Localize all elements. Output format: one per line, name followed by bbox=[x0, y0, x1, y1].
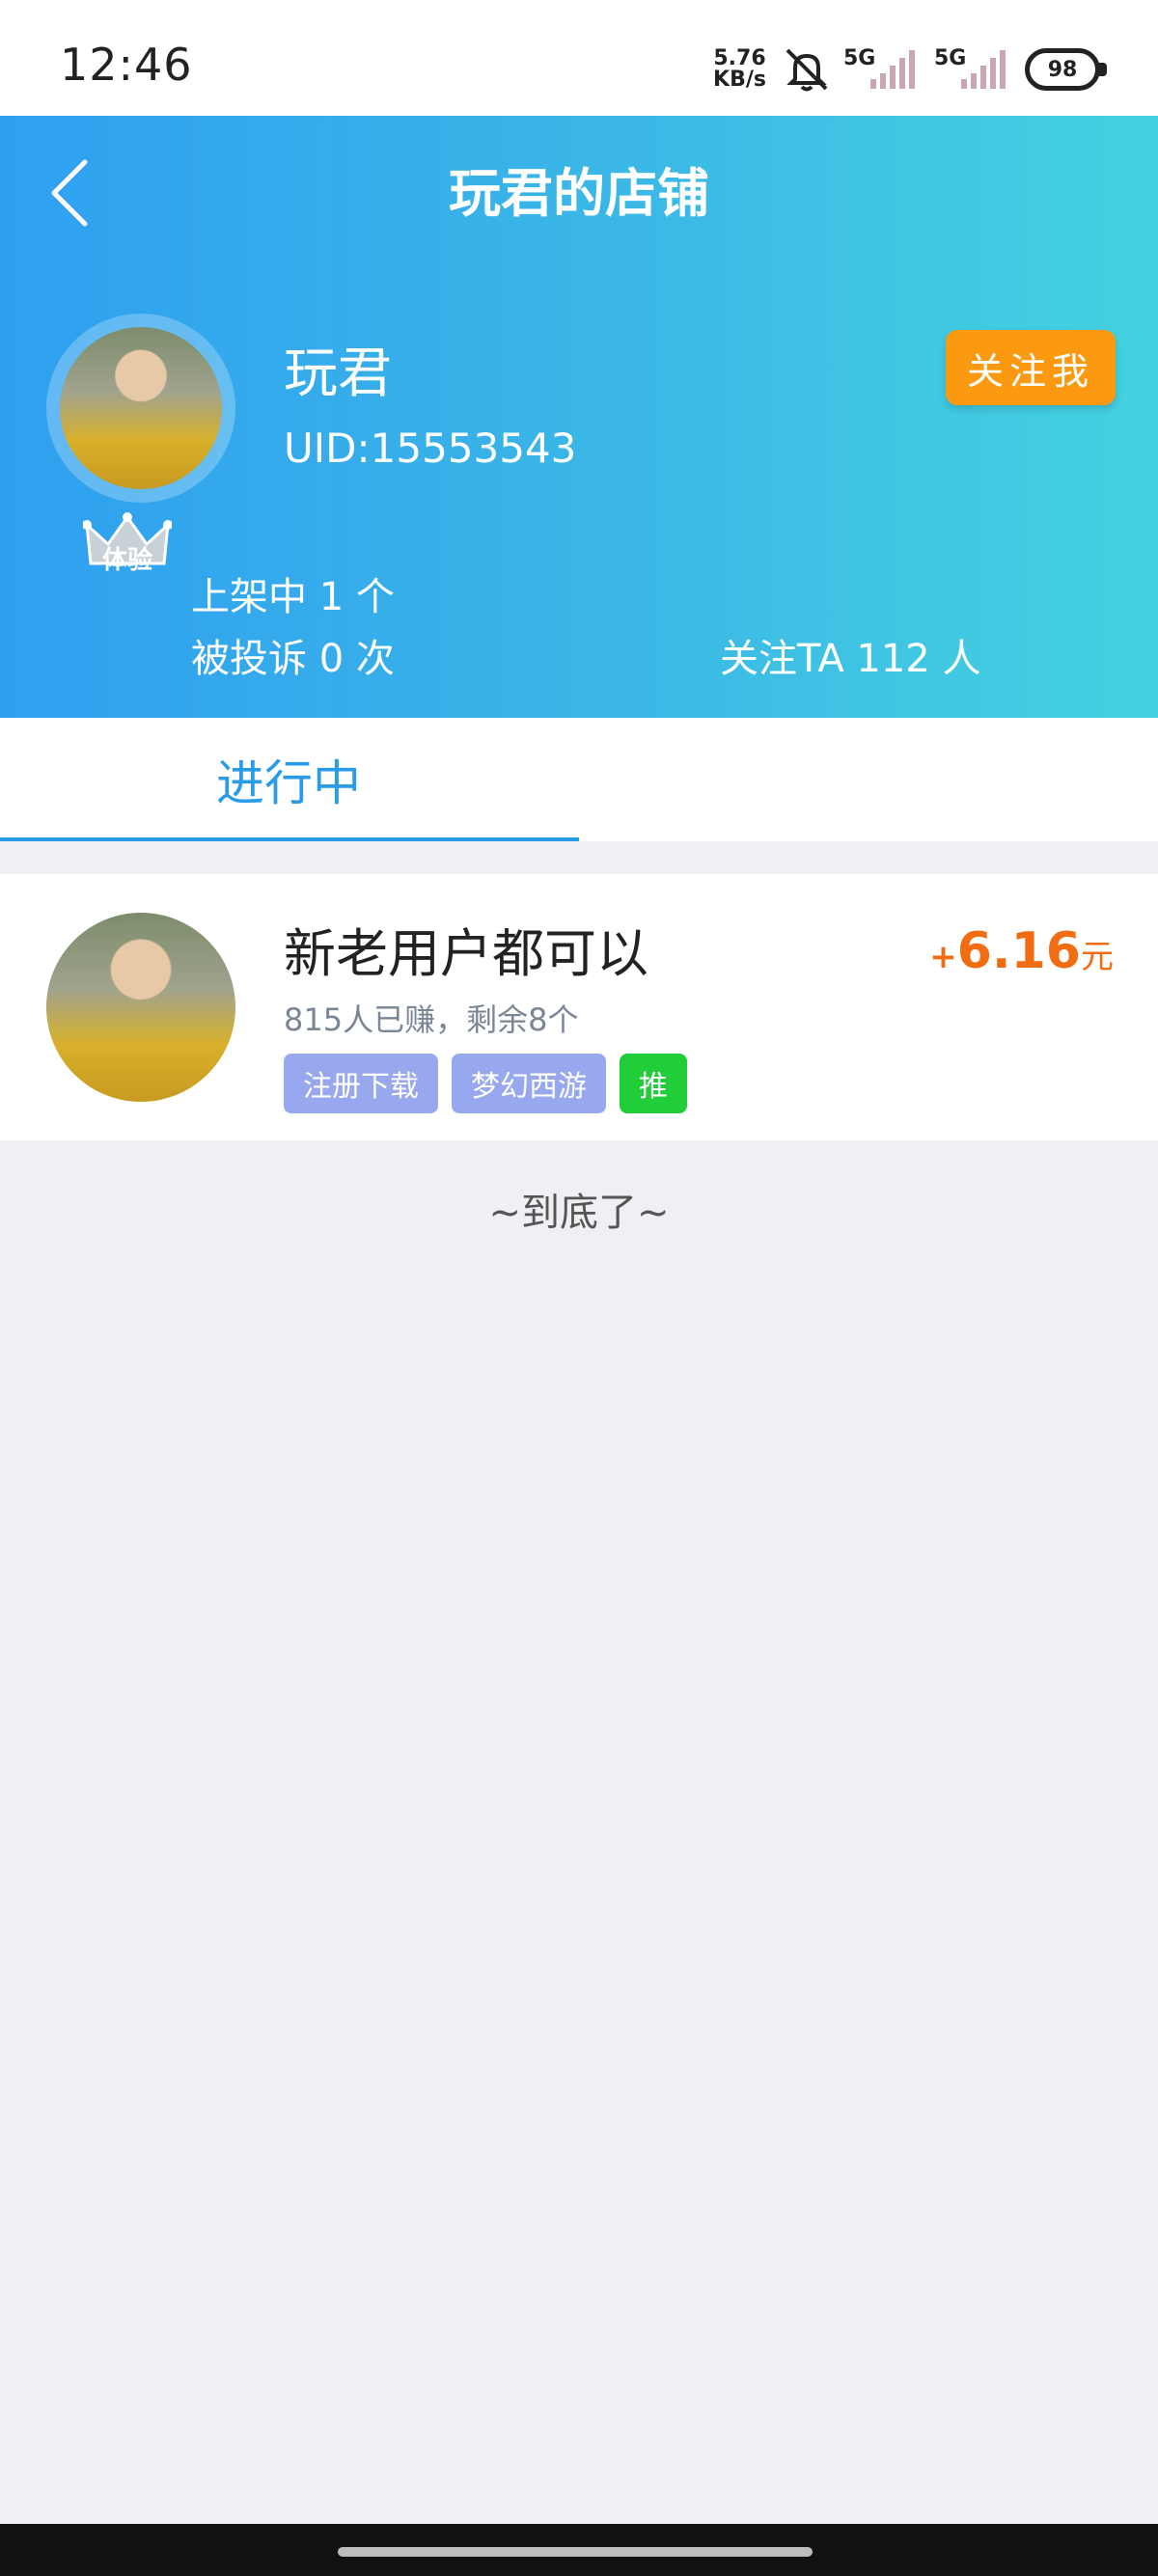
user-uid: UID:15553543 bbox=[284, 425, 577, 472]
tab-in-progress[interactable]: 进行中 bbox=[0, 718, 579, 841]
tag-register-download: 注册下载 bbox=[284, 1054, 438, 1113]
task-avatar bbox=[46, 913, 235, 1102]
user-name: 玩君 bbox=[284, 343, 392, 405]
list-end-label: ~到底了~ bbox=[488, 1191, 670, 1235]
bell-off-icon bbox=[786, 48, 828, 92]
avatar-image bbox=[60, 327, 222, 489]
task-title: 新老用户都可以 bbox=[284, 923, 648, 984]
status-icons: 5.76 KB/s 5G 5G 98 bbox=[713, 41, 1107, 98]
list-item[interactable]: 新老用户都可以 +6.16元 815人已赚，剩余8个 注册下载 梦幻西游 推 bbox=[0, 874, 1158, 1140]
network-speed: 5.76 KB/s bbox=[713, 48, 766, 91]
avatar[interactable] bbox=[46, 314, 235, 503]
home-indicator[interactable] bbox=[338, 2547, 813, 2557]
member-badge: 体验 bbox=[101, 546, 152, 575]
status-time: 12:46 bbox=[60, 39, 193, 91]
tab-bar: 进行中 bbox=[0, 718, 1158, 841]
listed-count: 上架中 1 个 bbox=[191, 575, 395, 619]
signal-bars-icon bbox=[870, 50, 915, 89]
battery-level: 98 bbox=[1047, 57, 1078, 82]
reward-sign: + bbox=[929, 938, 957, 976]
tab-underline bbox=[0, 837, 579, 841]
follow-button[interactable]: 关注我 bbox=[946, 330, 1116, 405]
reward-unit: 元 bbox=[1081, 938, 1114, 976]
task-tags: 注册下载 梦幻西游 推 bbox=[284, 1054, 701, 1113]
tag-game: 梦幻西游 bbox=[452, 1054, 606, 1113]
follower-count: 关注TA 112 人 bbox=[720, 637, 981, 681]
gesture-bar bbox=[0, 2524, 1158, 2576]
battery-icon: 98 bbox=[1025, 48, 1107, 91]
complaint-count: 被投诉 0 次 bbox=[191, 637, 395, 681]
sim1-signal: 5G bbox=[843, 42, 921, 96]
network-speed-unit: KB/s bbox=[713, 68, 766, 92]
shop-header: 玩君的店铺 体验 玩君 UID:15553543 关注我 上架中 1 个 被投诉… bbox=[0, 116, 1158, 718]
task-subtitle: 815人已赚，剩余8个 bbox=[284, 1001, 579, 1038]
crown-icon: 体验 bbox=[82, 511, 173, 575]
sim2-signal: 5G bbox=[934, 42, 1011, 96]
task-reward: +6.16元 bbox=[929, 922, 1114, 980]
signal-bars-icon bbox=[961, 50, 1006, 89]
network-speed-value: 5.76 bbox=[713, 46, 766, 70]
page-title: 玩君的店铺 bbox=[449, 163, 709, 224]
reward-amount: 6.16 bbox=[956, 922, 1081, 980]
tag-recommend: 推 bbox=[620, 1054, 687, 1113]
status-bar: 12:46 5.76 KB/s 5G 5G 98 bbox=[0, 0, 1158, 116]
